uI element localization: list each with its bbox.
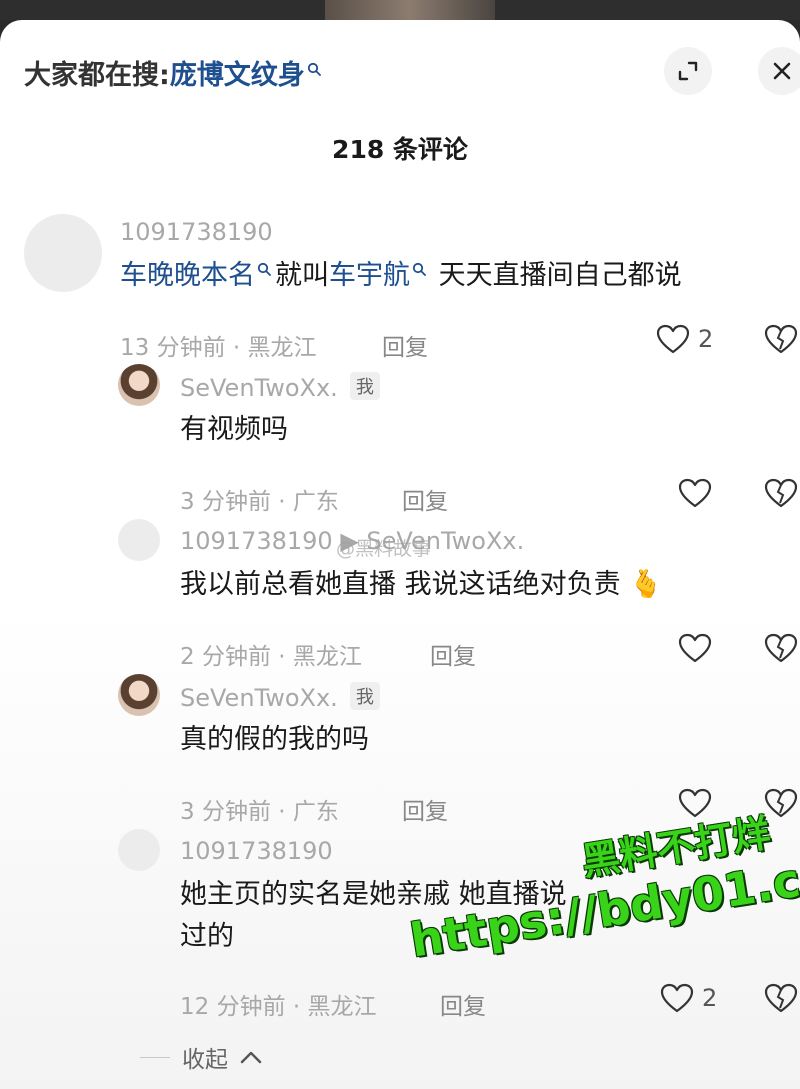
comment-count-title: 218 条评论 xyxy=(332,135,468,164)
broken-heart-icon xyxy=(764,633,798,663)
comment-time-location: 13 分钟前 · 黑龙江 xyxy=(120,335,317,361)
search-icon xyxy=(307,52,325,76)
comment-text: 有视频吗 xyxy=(180,414,288,445)
avatar[interactable] xyxy=(24,214,102,292)
like-button[interactable] xyxy=(678,633,712,663)
search-icon xyxy=(412,246,430,276)
like-button[interactable]: 2 xyxy=(656,324,713,354)
heart-icon xyxy=(656,324,690,354)
expand-icon xyxy=(676,59,700,83)
reply-button[interactable]: 回复 xyxy=(382,328,428,362)
dislike-button[interactable] xyxy=(764,478,798,508)
comment-keyword-link[interactable]: 车晚晚本名 xyxy=(120,260,255,291)
avatar[interactable] xyxy=(118,364,160,406)
like-count: 2 xyxy=(698,325,714,353)
heart-icon xyxy=(678,478,712,508)
avatar[interactable] xyxy=(118,674,160,716)
reply-item: SeVenTwoXx. 我 真的假的我的吗 3 分钟前 · 广东 回复 xyxy=(0,670,800,825)
watermark-small: @黑料故事 xyxy=(336,538,432,560)
search-icon xyxy=(257,246,275,276)
avatar[interactable] xyxy=(118,519,160,561)
comment-time-location: 3 分钟前 · 广东 xyxy=(180,799,339,825)
me-badge: 我 xyxy=(349,682,380,710)
close-icon xyxy=(770,59,794,83)
comment-username[interactable]: SeVenTwoXx. 我 xyxy=(180,682,380,712)
dislike-button[interactable] xyxy=(764,983,798,1013)
collapse-replies-button[interactable]: 收起 xyxy=(140,1040,262,1074)
reply-item: SeVenTwoXx. 我 有视频吗 3 分钟前 · 广东 回复 xyxy=(0,360,800,515)
reply-button[interactable]: 回复 xyxy=(402,792,448,826)
comment-time-location: 2 分钟前 · 黑龙江 xyxy=(180,644,362,670)
heart-icon xyxy=(660,983,694,1013)
close-button[interactable] xyxy=(758,47,800,95)
reply-button[interactable]: 回复 xyxy=(402,482,448,516)
heart-icon xyxy=(678,633,712,663)
like-count: 2 xyxy=(702,984,718,1012)
comment-text: 真的假的我的吗 xyxy=(180,724,369,755)
expand-button[interactable] xyxy=(664,47,712,95)
comment-username[interactable]: SeVenTwoXx. 我 xyxy=(180,372,380,402)
dislike-button[interactable] xyxy=(764,633,798,663)
username-text: SeVenTwoXx. xyxy=(180,684,338,712)
reply-button[interactable]: 回复 xyxy=(440,987,486,1021)
broken-heart-icon xyxy=(764,983,798,1013)
divider xyxy=(140,1056,170,1058)
video-preview-strip xyxy=(0,0,800,20)
collapse-label: 收起 xyxy=(182,1047,228,1073)
video-thumbnail xyxy=(325,0,495,20)
comment-text: 车晚晚本名 就叫车宇航 天天直播间自己都说 xyxy=(120,254,682,298)
comment-text-segment: 就叫 xyxy=(275,260,329,291)
like-button[interactable] xyxy=(678,478,712,508)
comment-time-location: 3 分钟前 · 广东 xyxy=(180,489,339,515)
me-badge: 我 xyxy=(349,372,380,400)
comment-username[interactable]: 1091738190 xyxy=(120,218,273,246)
trending-search-prefix: 大家都在搜: xyxy=(24,59,170,91)
comments-sheet: 大家都在搜: 庞博文纹身 218 条评论 1091738190 车晚晚本名 就叫车… xyxy=(0,20,800,1089)
like-button[interactable]: 2 xyxy=(660,983,717,1013)
dislike-button[interactable] xyxy=(764,324,798,354)
comment-username[interactable]: 1091738190 xyxy=(180,837,333,865)
username-text: SeVenTwoXx. xyxy=(180,374,338,402)
chevron-up-icon xyxy=(240,1050,262,1064)
avatar[interactable] xyxy=(118,829,160,871)
trending-search-bar[interactable]: 大家都在搜: 庞博文纹身 xyxy=(24,52,325,92)
comment-text-line-2: 过的 xyxy=(180,921,234,952)
comment-keyword-link[interactable]: 车宇航 xyxy=(329,260,410,291)
comment-text: 我以前总看她直播 我说这话绝对负责 🫰 xyxy=(180,569,663,600)
comment-time-location: 12 分钟前 · 黑龙江 xyxy=(180,994,377,1020)
comment-item: 1091738190 车晚晚本名 就叫车宇航 天天直播间自己都说 13 分钟前 ·… xyxy=(0,210,800,361)
trending-search-keyword[interactable]: 庞博文纹身 xyxy=(170,53,305,92)
broken-heart-icon xyxy=(764,324,798,354)
reply-button[interactable]: 回复 xyxy=(430,637,476,671)
comment-text-segment: 天天直播间自己都说 xyxy=(430,260,682,291)
broken-heart-icon xyxy=(764,478,798,508)
